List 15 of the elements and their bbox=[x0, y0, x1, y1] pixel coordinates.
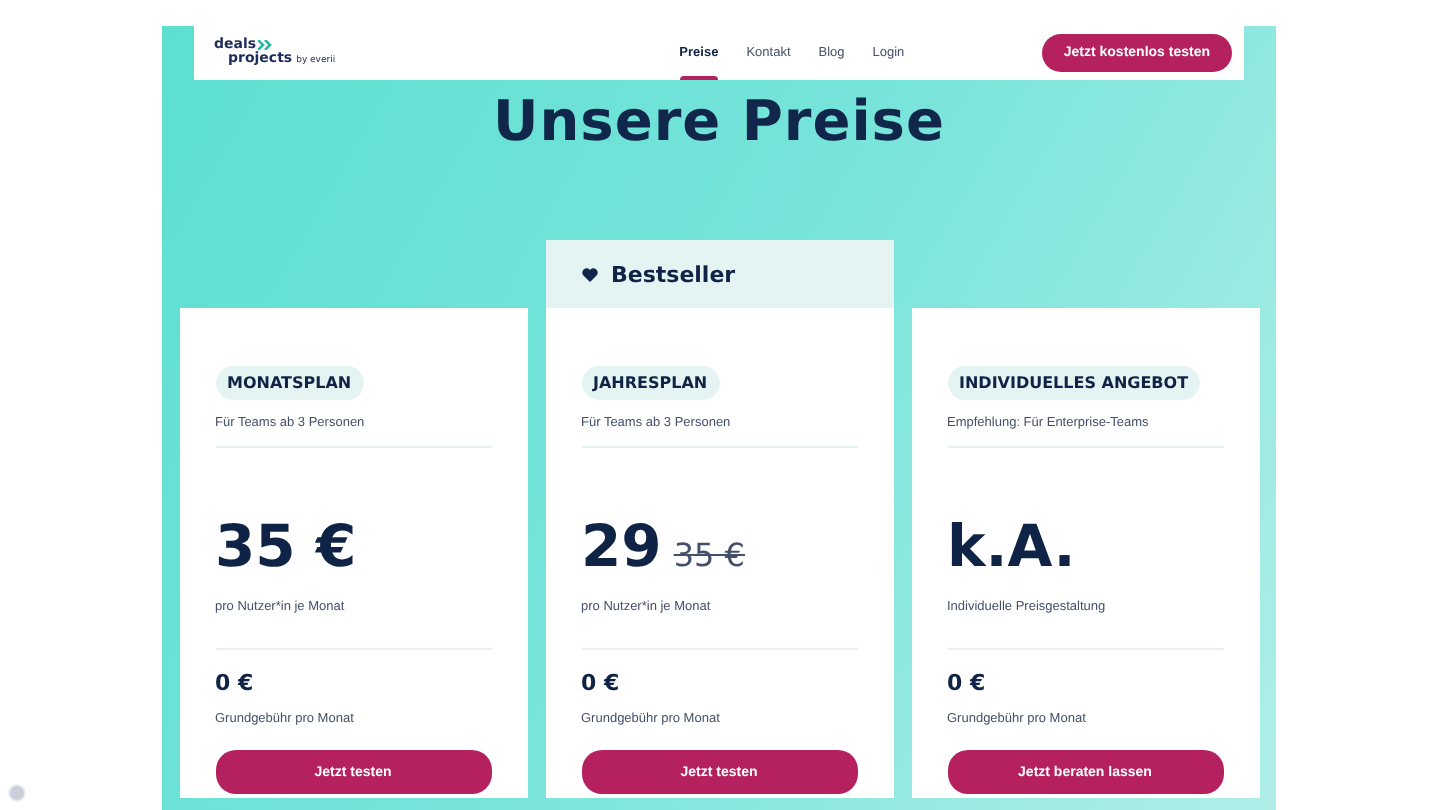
plan-price: 35 € bbox=[215, 512, 357, 580]
plan-price: 29 bbox=[581, 512, 662, 580]
chevrons-icon bbox=[258, 40, 275, 50]
heart-icon bbox=[581, 267, 597, 281]
base-fee: 0 € bbox=[947, 670, 988, 696]
banner-label: Bestseller bbox=[611, 261, 736, 287]
chat-widget-icon[interactable] bbox=[8, 784, 26, 802]
page-title: Unsere Preise bbox=[493, 88, 945, 154]
plan-price: k.A. bbox=[947, 512, 1076, 580]
base-fee: 0 € bbox=[215, 670, 256, 696]
plan-name: MONATSPLAN bbox=[215, 366, 364, 400]
plan-name: INDIVIDUELLES ANGEBOT bbox=[947, 366, 1201, 400]
plan-name: JAHRESPLAN bbox=[581, 366, 720, 400]
old-price: 35 € bbox=[673, 536, 745, 574]
base-fee: 0 € bbox=[581, 670, 622, 696]
